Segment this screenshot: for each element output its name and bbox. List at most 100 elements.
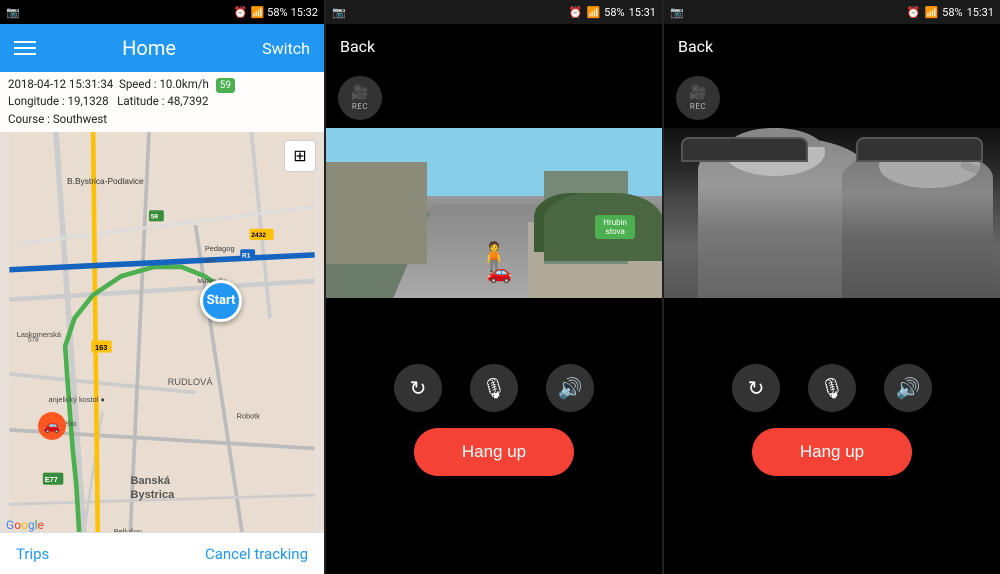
black-spacer-interior — [664, 298, 1000, 348]
video-top-bar-interior: Back — [664, 24, 1000, 68]
menu-line-3 — [14, 53, 36, 55]
speaker-button-front[interactable]: 🔊 — [546, 364, 594, 412]
car-marker: 🚗 — [38, 412, 66, 440]
video-status-bar-front: 📷 ⏰ 📶 58% 15:31 — [326, 0, 662, 24]
start-marker[interactable]: Start — [200, 280, 242, 322]
wifi-icon-front: 📶 — [586, 6, 600, 19]
rec-cam-icon-front: 🎥 — [351, 85, 368, 101]
switch-button[interactable]: Switch — [262, 39, 310, 58]
app-header: Home Switch — [0, 24, 324, 72]
svg-text:RUDLOVÁ: RUDLOVÁ — [168, 377, 214, 387]
status-cam-icon-int: 📷 — [670, 6, 684, 19]
svg-text:163: 163 — [95, 343, 107, 352]
battery-int: 58% — [942, 6, 962, 19]
svg-text:anjelický kostol ●: anjelický kostol ● — [48, 395, 105, 404]
camera-status-icon: 📷 — [6, 6, 20, 19]
map-svg: B.Bystrica-Podlavice Pedagog ulta Mateja… — [0, 132, 324, 532]
svg-text:Bellušov: Bellušov — [114, 527, 142, 532]
course-value: Southwest — [53, 112, 107, 126]
lat-value: 48,7392 — [167, 94, 208, 108]
mic-icon-front: 🎙 — [481, 376, 506, 400]
course-label: Course : — [8, 112, 50, 126]
lon-label: Longitude : — [8, 94, 65, 108]
svg-text:Laskomerská: Laskomerská — [17, 330, 62, 339]
rec-text-int: REC — [690, 102, 706, 111]
menu-button[interactable] — [14, 41, 36, 55]
video-panel-interior: 📷 ⏰ 📶 58% 15:31 Back 🎥 REC — [664, 0, 1000, 574]
svg-text:2432: 2432 — [251, 232, 266, 239]
video-status-bar-interior: 📷 ⏰ 📶 58% 15:31 — [664, 0, 1000, 24]
svg-text:Banská: Banská — [130, 475, 170, 487]
status-right-front: ⏰ 📶 58% 15:31 — [569, 6, 656, 19]
alarm-icon: ⏰ — [234, 6, 248, 19]
status-bar-map: 📷 ⏰ 📶 58% 15:32 — [0, 0, 324, 24]
refresh-button-interior[interactable]: ↻ — [732, 364, 780, 412]
refresh-button-front[interactable]: ↻ — [394, 364, 442, 412]
battery-pct: 58% — [267, 6, 287, 19]
speed-label: Speed : — [119, 77, 157, 91]
lat-label: Latitude : — [117, 94, 164, 108]
mic-button-interior[interactable]: 🎙 — [808, 364, 856, 412]
hang-up-button-interior[interactable]: Hang up — [752, 428, 912, 476]
video-panel-front: 📷 ⏰ 📶 58% 15:31 Back 🎥 REC Hrubinsto — [326, 0, 662, 574]
interior-feed — [664, 128, 1000, 298]
time-display: 15:32 — [291, 6, 318, 19]
back-button-interior[interactable]: Back — [678, 37, 713, 56]
headrest-1 — [681, 137, 809, 163]
hang-up-area-front: Hang up — [326, 420, 662, 492]
svg-text:59: 59 — [151, 213, 159, 220]
svg-text:578: 578 — [28, 336, 39, 343]
header-title: Home — [122, 36, 176, 60]
video-top-bar-front: Back — [326, 24, 662, 68]
menu-line-1 — [14, 41, 36, 43]
rec-button-front[interactable]: 🎥 REC — [338, 76, 382, 120]
rec-button-interior[interactable]: 🎥 REC — [676, 76, 720, 120]
alarm-icon-front: ⏰ — [569, 6, 583, 19]
menu-line-2 — [14, 47, 36, 49]
info-line-2: Longitude : 19,1328 Latitude : 48,7392 — [8, 93, 316, 110]
map-bottom-bar: Trips Cancel tracking — [0, 532, 324, 574]
trips-button[interactable]: Trips — [16, 545, 49, 563]
time-front: 15:31 — [629, 6, 656, 19]
svg-text:Bystrica: Bystrica — [130, 489, 175, 501]
speaker-button-interior[interactable]: 🔊 — [884, 364, 932, 412]
svg-text:Robotk: Robotk — [236, 411, 260, 420]
mic-icon-int: 🎙 — [819, 376, 844, 400]
mic-button-front[interactable]: 🎙 — [470, 364, 518, 412]
dashcam-feed: Hrubinstova 🧍 🚗 — [326, 128, 662, 298]
info-line-3: Course : Southwest — [8, 111, 316, 128]
svg-text:ulta: ulta — [205, 257, 216, 264]
dashcam-sign: Hrubinstova — [595, 215, 635, 239]
map-area[interactable]: B.Bystrica-Podlavice Pedagog ulta Mateja… — [0, 132, 324, 532]
info-line-1: 2018-04-12 15:31:34 Speed : 10.0km/h 59 — [8, 76, 316, 93]
dashcam-car: 🚗 — [487, 260, 512, 284]
time-int: 15:31 — [967, 6, 994, 19]
rec-area-front: 🎥 REC — [326, 68, 662, 128]
rec-icon-wrap-int: 🎥 REC — [689, 85, 706, 111]
status-left: 📷 — [6, 6, 20, 19]
map-panel: 📷 ⏰ 📶 58% 15:32 Home Switch 2018-04-12 1… — [0, 0, 324, 574]
battery-front: 58% — [604, 6, 624, 19]
dashcam-scene: Hrubinstova 🧍 🚗 — [326, 128, 662, 298]
rec-text-front: REC — [352, 102, 368, 111]
video-controls-interior: ↻ 🎙 🔊 — [664, 348, 1000, 420]
hang-up-area-interior: Hang up — [664, 420, 1000, 492]
lon-value: 19,1328 — [68, 94, 109, 108]
wifi-icon-int: 📶 — [924, 6, 938, 19]
back-button-front[interactable]: Back — [340, 37, 375, 56]
svg-text:E77: E77 — [45, 475, 58, 484]
rec-area-interior: 🎥 REC — [664, 68, 1000, 128]
cancel-tracking-button[interactable]: Cancel tracking — [205, 545, 308, 563]
dashcam-wall — [326, 162, 427, 264]
info-bar: 2018-04-12 15:31:34 Speed : 10.0km/h 59 … — [0, 72, 324, 132]
headrest-2 — [856, 137, 984, 163]
black-spacer-front — [326, 298, 662, 348]
map-layer-button[interactable]: ⊞ — [284, 140, 316, 172]
status-right: ⏰ 📶 58% 15:32 — [234, 6, 318, 19]
svg-text:R1: R1 — [242, 252, 251, 259]
hang-up-button-front[interactable]: Hang up — [414, 428, 574, 476]
map-controls: ⊞ — [284, 140, 316, 172]
speed-value: 10.0km/h — [159, 77, 208, 91]
speaker-icon-front: 🔊 — [558, 376, 583, 400]
svg-text:Pedagog: Pedagog — [205, 244, 235, 253]
